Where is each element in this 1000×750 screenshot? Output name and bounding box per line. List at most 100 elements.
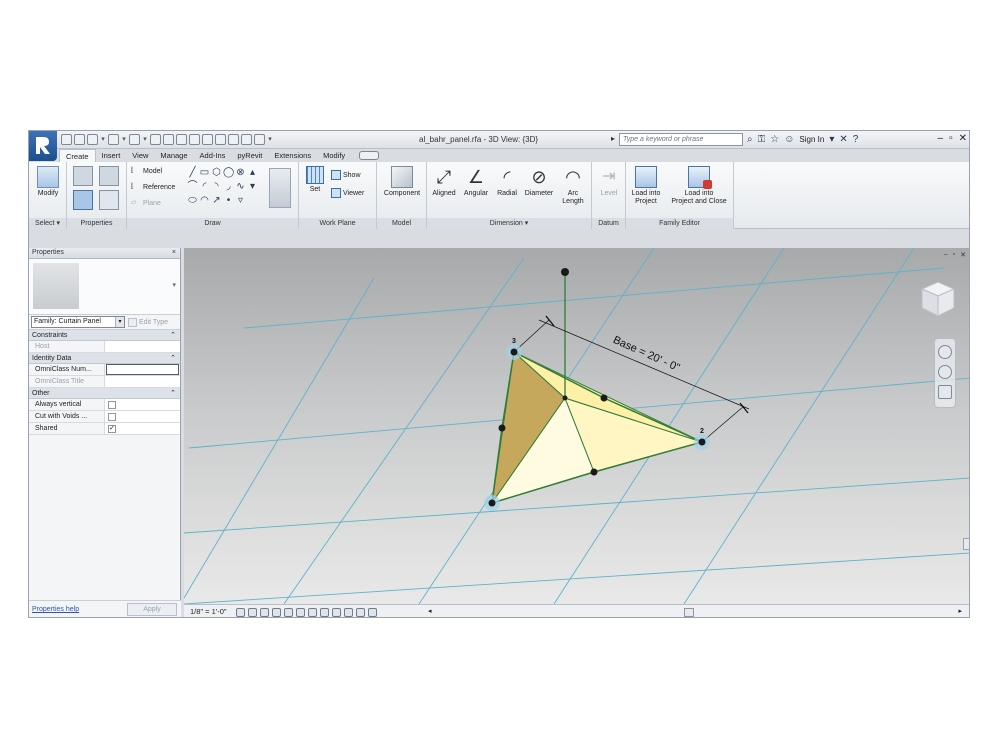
ellipse-icon[interactable]: ⬭: [187, 194, 198, 208]
fillet-arc-icon[interactable]: ◞: [223, 180, 234, 194]
component-button[interactable]: Component: [379, 166, 425, 198]
apply-button[interactable]: Apply: [127, 603, 177, 616]
modify-button[interactable]: Modify: [32, 166, 64, 198]
circle-icon[interactable]: ◯: [223, 166, 234, 180]
tangent-arc-icon[interactable]: ◝: [211, 180, 222, 194]
scroll-left-icon[interactable]: ◂: [428, 607, 432, 615]
dropdown-icon[interactable]: ▾: [100, 134, 106, 145]
load-into-project-close-button[interactable]: Load into Project and Close: [666, 166, 732, 206]
pick-lines-icon[interactable]: ↗: [211, 194, 222, 208]
dimension-icon[interactable]: [176, 134, 187, 145]
show-crop-icon[interactable]: [308, 608, 317, 617]
minimize-icon[interactable]: –: [938, 133, 944, 144]
3d-view-icon[interactable]: [202, 134, 213, 145]
customize-qat-icon[interactable]: ▾: [267, 134, 273, 145]
zoom-icon[interactable]: [938, 365, 952, 379]
dropdown-icon[interactable]: ▾: [121, 134, 127, 145]
dimension-dropdown[interactable]: Dimension ▾: [427, 218, 591, 229]
tab-pyrevit[interactable]: pyRevit: [231, 149, 268, 162]
tab-insert[interactable]: Insert: [96, 149, 127, 162]
horizontal-scroll-thumb[interactable]: [684, 608, 694, 617]
family-select[interactable]: Family: Curtain Panel ▾: [31, 316, 125, 328]
steering-wheel-icon[interactable]: [938, 345, 952, 359]
section-icon[interactable]: [215, 134, 226, 145]
chevron-down-icon[interactable]: ▾: [172, 281, 176, 289]
save-icon[interactable]: [74, 134, 85, 145]
collapse-icon[interactable]: ⌃: [170, 353, 176, 364]
properties-help-link[interactable]: Properties help: [32, 606, 79, 613]
subscription-icon[interactable]: ⚿: [758, 133, 766, 146]
family-types-icon[interactable]: [73, 166, 93, 186]
tab-create[interactable]: Create: [59, 149, 96, 162]
exchange-icon[interactable]: ✕: [839, 133, 847, 146]
render-icon[interactable]: [284, 608, 293, 617]
cut-with-voids-checkbox[interactable]: [108, 413, 116, 421]
set-button[interactable]: Set: [303, 166, 327, 194]
omniclass-number-input[interactable]: [106, 364, 179, 375]
select-dropdown[interactable]: Select ▾: [29, 218, 66, 229]
tab-extensions[interactable]: Extensions: [268, 149, 317, 162]
print-icon[interactable]: [150, 134, 161, 145]
more-icon[interactable]: ▴: [247, 166, 258, 180]
arc-length-button[interactable]: ◠ Arc Length: [557, 166, 589, 206]
restore-icon[interactable]: ▫: [949, 133, 953, 144]
tab-manage[interactable]: Manage: [154, 149, 193, 162]
sun-path-icon[interactable]: [260, 608, 269, 617]
load-into-project-button[interactable]: Load into Project: [628, 166, 664, 206]
point-element-icon[interactable]: •: [223, 194, 234, 208]
arc-icon[interactable]: ⌒: [187, 180, 198, 194]
3d-view-canvas[interactable]: Base = 20' - 0" 3 2 – ▫ ✕: [184, 248, 969, 604]
group-identity-data[interactable]: Identity Data ⌃: [29, 353, 180, 364]
properties-toggle-icon[interactable]: [73, 190, 93, 210]
scroll-right-icon[interactable]: ▸: [958, 607, 962, 615]
show-button[interactable]: Show: [331, 170, 361, 180]
plane-draw-icon[interactable]: [269, 168, 291, 208]
detail-level-icon[interactable]: [236, 608, 245, 617]
crop-view-icon[interactable]: [296, 608, 305, 617]
dropdown-icon[interactable]: ▾: [142, 134, 148, 145]
sync-icon[interactable]: [87, 134, 98, 145]
redo-icon[interactable]: [129, 134, 140, 145]
close-icon[interactable]: ×: [172, 249, 176, 256]
angular-button[interactable]: ∠ Angular: [460, 166, 492, 198]
arc-center-icon[interactable]: ◜: [199, 180, 210, 194]
type-properties-icon[interactable]: [99, 190, 119, 210]
close-view-icon[interactable]: ✕: [960, 251, 966, 259]
collapse-icon[interactable]: ⌃: [170, 388, 176, 399]
search-expand-icon[interactable]: ▸: [611, 134, 615, 143]
tab-modify[interactable]: Modify: [317, 149, 351, 162]
lock-3d-icon[interactable]: [320, 608, 329, 617]
sign-in-link[interactable]: Sign In: [799, 135, 824, 144]
application-menu-button[interactable]: [29, 131, 57, 161]
visual-style-icon[interactable]: [248, 608, 257, 617]
group-other[interactable]: Other ⌃: [29, 388, 180, 399]
edit-type-button[interactable]: Edit Type: [128, 317, 168, 327]
spline-icon[interactable]: ∿: [235, 180, 246, 194]
aligned-button[interactable]: ⤢ Aligned: [429, 166, 459, 198]
family-category-icon[interactable]: [99, 166, 119, 186]
reveal-hidden-icon[interactable]: [344, 608, 353, 617]
ribbon-minimize-toggle[interactable]: [359, 151, 380, 160]
pan-icon[interactable]: [938, 385, 952, 399]
more-icon[interactable]: ▿: [235, 194, 246, 208]
vertical-scroll-thumb[interactable]: [963, 538, 969, 550]
reference-line-button[interactable]: ⌊ Reference: [131, 182, 175, 192]
search-input[interactable]: Type a keyword or phrase: [619, 133, 743, 146]
user-icon[interactable]: ☺: [784, 133, 794, 146]
tab-view[interactable]: View: [126, 149, 154, 162]
radial-button[interactable]: ◜ Radial: [493, 166, 521, 198]
thin-lines-icon[interactable]: [228, 134, 239, 145]
measure-icon[interactable]: [163, 134, 174, 145]
text-icon[interactable]: [189, 134, 200, 145]
viewer-button[interactable]: Viewer: [331, 188, 364, 198]
viewcube[interactable]: [920, 280, 956, 320]
restore-view-icon[interactable]: ▫: [953, 251, 955, 259]
partial-ellipse-icon[interactable]: ◠: [199, 194, 210, 208]
shared-checkbox[interactable]: ✓: [108, 425, 116, 433]
rectangle-icon[interactable]: ▭: [199, 166, 210, 180]
diameter-button[interactable]: ⊘ Diameter: [522, 166, 556, 198]
close-hidden-icon[interactable]: [241, 134, 252, 145]
collapse-icon[interactable]: ⌃: [170, 330, 176, 341]
always-vertical-checkbox[interactable]: [108, 401, 116, 409]
model-line-button[interactable]: ⌊ Model: [131, 166, 162, 176]
